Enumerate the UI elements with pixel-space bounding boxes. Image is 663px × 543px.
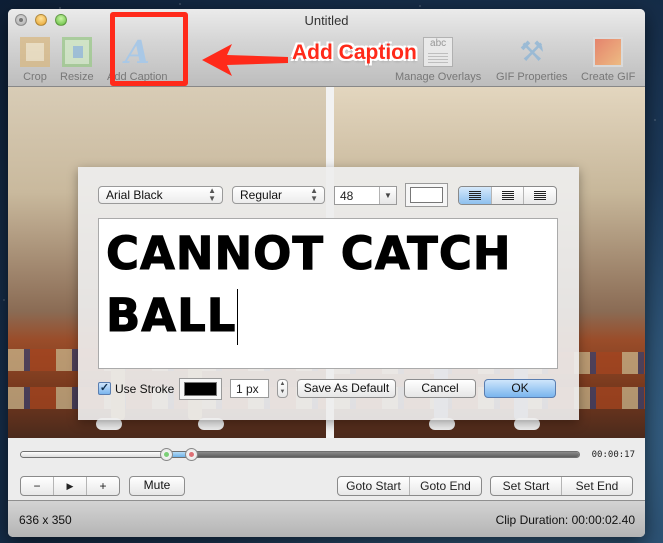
toolbar-crop[interactable]: Crop — [20, 37, 50, 83]
toolbar-crop-label: Crop — [23, 71, 47, 83]
clip-duration-label: Clip Duration: 00:00:02.40 — [495, 513, 635, 527]
ok-button[interactable]: OK — [484, 379, 556, 398]
set-end-button[interactable]: Set End — [561, 477, 632, 495]
goto-start-button[interactable]: Goto Start — [338, 477, 409, 495]
frame-controls: − ▶ + — [20, 476, 120, 496]
stroke-color-well[interactable] — [179, 378, 222, 400]
playback-controls: 00:00:17 − ▶ + Mute Goto Start Goto End … — [8, 438, 645, 500]
dimensions-label: 636 x 350 — [19, 513, 72, 527]
goto-controls: Goto Start Goto End — [337, 476, 482, 496]
toolbar-create-gif-label: Create GIF — [581, 71, 636, 83]
set-start-button[interactable]: Set Start — [491, 477, 561, 495]
fill-color-well[interactable] — [405, 183, 448, 207]
stroke-color-swatch — [184, 382, 217, 396]
use-stroke-label: Use Stroke — [115, 382, 175, 396]
text-cursor — [237, 289, 239, 345]
tools-icon: ⚒ — [519, 36, 545, 67]
selection-end-handle[interactable] — [185, 448, 199, 461]
font-size-value: 48 — [340, 189, 354, 203]
selection-start-handle[interactable] — [160, 448, 174, 461]
toolbar-resize-label: Resize — [60, 71, 94, 83]
align-right-icon — [534, 191, 547, 200]
updown-arrows-icon: ▲ ▼ — [310, 186, 318, 203]
minus-icon: − — [33, 479, 41, 493]
mute-button[interactable]: Mute — [129, 476, 185, 496]
resize-icon — [61, 37, 92, 67]
caption-dialog: Arial Black ▲ ▼ Regular ▲ ▼ 48 ▼ CANNOT CA… — [78, 167, 579, 420]
font-size-combo[interactable]: 48 ▼ — [334, 186, 397, 205]
align-center-button[interactable] — [490, 187, 524, 204]
font-family-value: Arial Black — [106, 188, 163, 202]
fill-color-swatch — [410, 187, 443, 203]
caption-line-1: CANNOT CATCH — [106, 227, 512, 281]
goto-end-button[interactable]: Goto End — [409, 477, 481, 495]
alignment-control — [458, 186, 557, 205]
updown-arrows-icon: ▲ ▼ — [208, 186, 216, 203]
toolbar-resize[interactable]: Resize — [60, 37, 94, 83]
stroke-width-stepper[interactable]: ▲ ▼ — [277, 379, 288, 398]
cancel-button[interactable]: Cancel — [404, 379, 476, 398]
plus-icon: + — [99, 479, 107, 493]
set-controls: Set Start Set End — [490, 476, 633, 496]
caption-line-2-text: BALL — [105, 289, 237, 343]
timeline-scrubber[interactable] — [20, 448, 580, 461]
play-button[interactable]: ▶ — [53, 477, 86, 495]
status-bar: 636 x 350 Clip Duration: 00:00:02.40 — [8, 500, 645, 537]
align-left-icon — [468, 191, 481, 200]
toolbar-create-gif[interactable]: Create GIF — [581, 37, 635, 83]
app-window: Untitled Crop Resize A Add Caption abc M… — [8, 9, 645, 537]
crop-icon — [20, 37, 50, 67]
timeline-before-selection — [21, 452, 167, 457]
image-gradient-icon — [593, 37, 624, 67]
font-style-value: Regular — [240, 188, 283, 202]
caption-text-area[interactable]: CANNOT CATCH BALL — [98, 218, 558, 369]
save-as-default-button[interactable]: Save As Default — [297, 379, 396, 398]
stroke-width-field[interactable]: 1 px — [230, 379, 269, 398]
font-family-select[interactable]: Arial Black ▲ ▼ — [98, 186, 223, 204]
use-stroke-checkbox[interactable]: ✓ — [98, 382, 111, 395]
annotation-arrow-icon — [202, 44, 288, 76]
zoom-out-button[interactable]: − — [21, 477, 53, 495]
window-title: Untitled — [304, 13, 349, 28]
font-style-select[interactable]: Regular ▲ ▼ — [232, 186, 325, 204]
stroke-width-value: 1 px — [236, 382, 259, 396]
toolbar-manage-overlays-label: Manage Overlays — [395, 71, 482, 83]
timeline-after-selection — [191, 452, 579, 457]
timecode: 00:00:17 — [591, 450, 635, 460]
annotation-highlight-box — [110, 12, 188, 86]
zoom-in-button[interactable]: + — [86, 477, 119, 495]
toolbar-gif-properties[interactable]: ⚒ GIF Properties — [496, 36, 568, 84]
caption-line-2: BALL — [105, 285, 557, 347]
align-left-button[interactable] — [459, 187, 491, 204]
play-icon: ▶ — [66, 480, 74, 491]
toolbar-gif-properties-label: GIF Properties — [496, 71, 568, 83]
abc-overlay-icon: abc — [423, 37, 454, 67]
video-preview: Arial Black ▲ ▼ Regular ▲ ▼ 48 ▼ CANNOT CA… — [8, 87, 645, 438]
annotation-label: Add Caption — [292, 41, 417, 64]
align-center-icon — [501, 191, 514, 200]
align-right-button[interactable] — [523, 187, 556, 204]
chevron-down-icon[interactable]: ▼ — [379, 187, 396, 204]
